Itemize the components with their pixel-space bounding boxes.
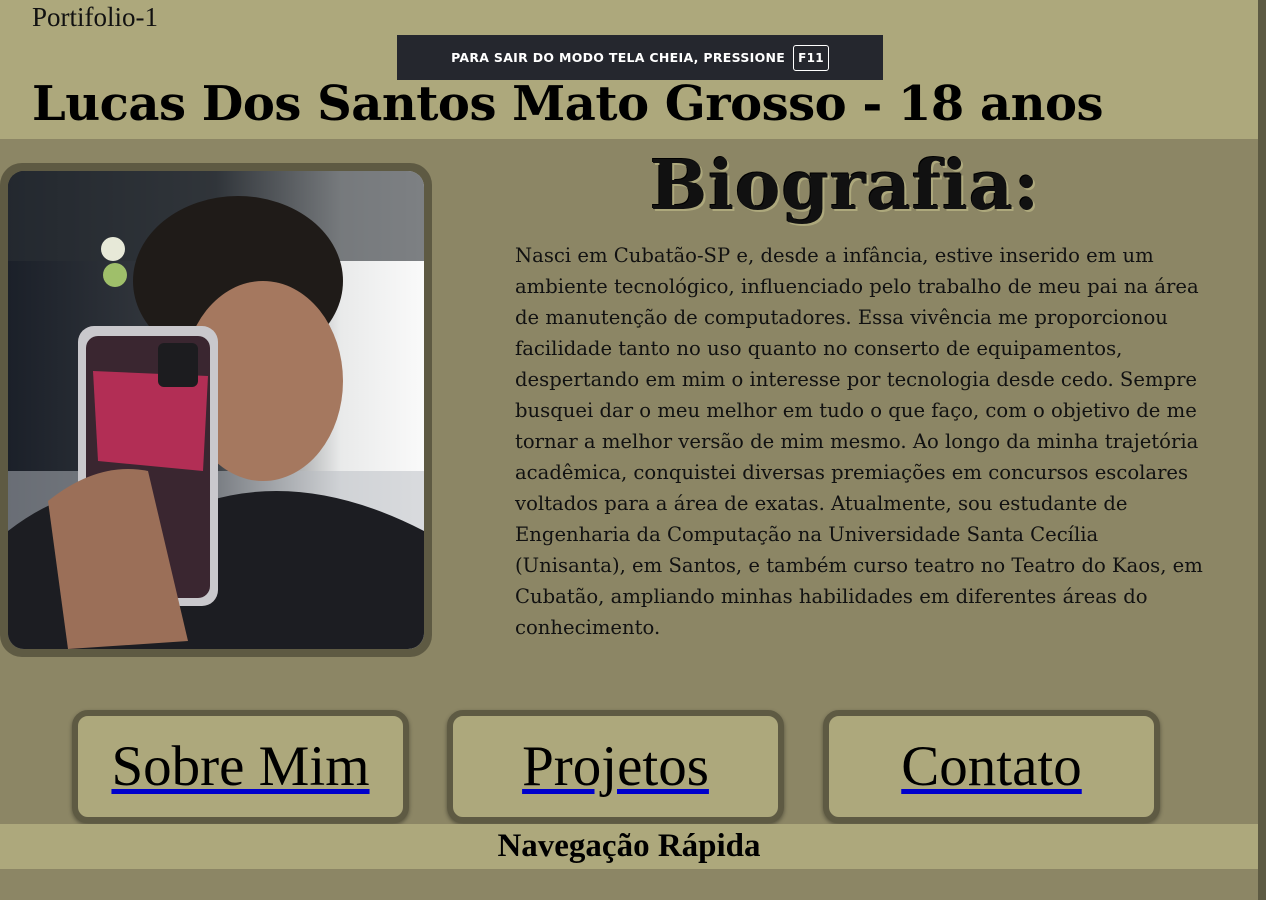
bio-heading: Biografia: xyxy=(649,146,1041,226)
footer-bar: Navegação Rápida xyxy=(0,824,1258,869)
profile-photo-frame xyxy=(0,163,432,657)
nav-link-contato[interactable]: Contato xyxy=(901,734,1082,799)
page-title: Lucas Dos Santos Mato Grosso - 18 anos xyxy=(32,76,1104,132)
bio-text: Nasci em Cubatão-SP e, desde a infância,… xyxy=(515,244,1203,639)
nav-card-projetos[interactable]: Projetos xyxy=(447,710,784,823)
profile-photo xyxy=(8,171,424,649)
fullscreen-notice: PARA SAIR DO MODO TELA CHEIA, PRESSIONE … xyxy=(397,35,883,80)
fullscreen-notice-text: PARA SAIR DO MODO TELA CHEIA, PRESSIONE xyxy=(451,50,786,65)
scrollbar[interactable] xyxy=(1258,0,1266,900)
footer-label: Navegação Rápida xyxy=(497,828,761,864)
nav-card-sobre-mim[interactable]: Sobre Mim xyxy=(72,710,409,823)
photo-image xyxy=(8,171,424,649)
nav-card-contato[interactable]: Contato xyxy=(823,710,1160,823)
nav-link-sobre-mim[interactable]: Sobre Mim xyxy=(111,734,369,799)
nav-link-projetos[interactable]: Projetos xyxy=(522,734,709,799)
site-name: Portifolio-1 xyxy=(32,2,158,32)
key-badge: F11 xyxy=(793,44,829,71)
